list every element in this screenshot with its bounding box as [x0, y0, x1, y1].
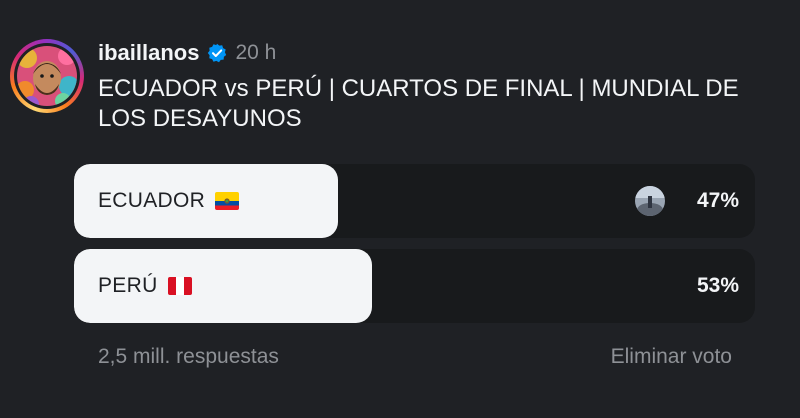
poll-option-ecuador[interactable]: ECUADOR 47%	[74, 164, 755, 238]
peru-flag-icon	[167, 277, 192, 295]
avatar[interactable]	[17, 46, 77, 106]
verified-badge-icon	[207, 43, 227, 63]
poll-option-peru[interactable]: PERÚ 53%	[74, 249, 755, 323]
avatar-gap	[14, 43, 80, 109]
remove-vote-button[interactable]: Eliminar voto	[611, 345, 732, 369]
ecuador-flag-icon	[215, 192, 240, 210]
story-ring[interactable]	[10, 39, 84, 113]
username[interactable]: ibaillanos	[98, 40, 199, 66]
voter-avatar	[635, 186, 665, 216]
poll-responses-count: 2,5 mill. respuestas	[98, 345, 279, 368]
poll-option-percent: 47%	[696, 189, 739, 212]
poll-option-label-wrap: PERÚ	[98, 249, 192, 323]
poll-option-label: ECUADOR	[98, 189, 206, 212]
post-time: 20 h	[235, 41, 277, 64]
poll-option-percent: 53%	[696, 274, 739, 297]
poll-option-label-wrap: ECUADOR	[98, 164, 240, 238]
post-title: ECUADOR vs PERÚ | CUARTOS DE FINAL | MUN…	[98, 75, 739, 132]
post-header: ibaillanos 20 h	[98, 40, 276, 66]
poll-option-label: PERÚ	[98, 274, 158, 297]
poll-post: ibaillanos 20 h ECUADOR vs PERÚ | CUARTO…	[0, 0, 800, 418]
